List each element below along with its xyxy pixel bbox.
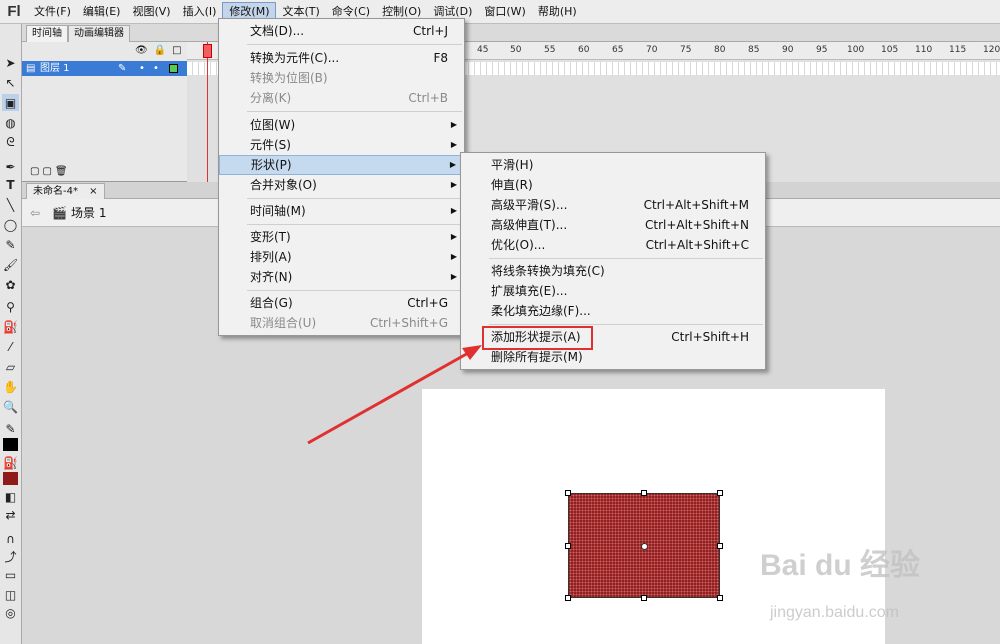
baidu-watermark: Bai du 经验 <box>760 549 921 582</box>
baidu-watermark-url: jingyan.baidu.com <box>770 604 899 621</box>
